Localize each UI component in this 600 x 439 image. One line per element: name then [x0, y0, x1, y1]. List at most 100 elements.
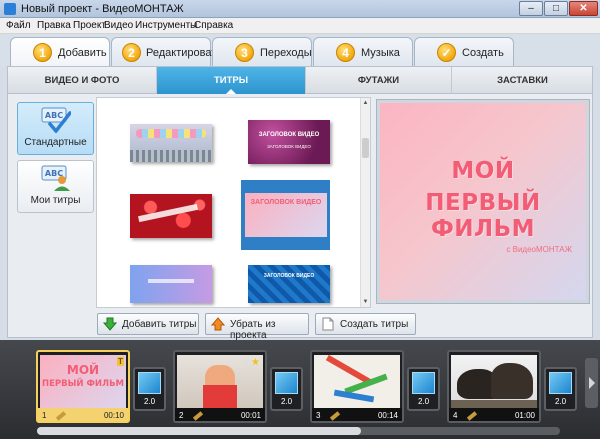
timeline-scrollbar[interactable] — [37, 427, 560, 435]
category-label: Мои титры — [30, 195, 81, 206]
transition-slot[interactable]: 2.0 — [133, 367, 166, 411]
menu-help[interactable]: Справка — [194, 20, 233, 31]
title-thumbnail-selected[interactable]: ЗАГОЛОВОК ВИДЕО — [245, 193, 327, 237]
tab-titles[interactable]: ТИТРЫ — [157, 67, 306, 95]
step-label: Добавить — [58, 47, 107, 59]
timeline-clip[interactable]: 4 01:00 — [447, 350, 541, 423]
clip-thumbnail — [314, 355, 400, 410]
clip-duration: 01:00 — [514, 411, 535, 420]
transition-duration: 2.0 — [143, 397, 156, 406]
title-bar: Новый проект - ВидеоМОНТАЖ – □ ✕ — [0, 0, 600, 18]
title-thumbnail[interactable]: ЗАГОЛОВОК ВИДЕО ЗАГОЛОВОК ВИДЕО — [248, 120, 330, 164]
title-thumbnail[interactable]: ЗАГОЛОВОК ВИДЕО — [248, 265, 330, 303]
clip-duration: 00:14 — [377, 411, 398, 420]
step-number-icon: 1 — [33, 43, 52, 62]
step-label: Переходы — [260, 47, 312, 59]
title-thumbnail[interactable] — [130, 265, 212, 303]
step-tab-add[interactable]: 1 Добавить — [10, 37, 110, 67]
thumbnail-caption: ЗАГОЛОВОК ВИДЕО — [250, 199, 322, 206]
transition-slot[interactable]: 2.0 — [544, 367, 577, 411]
add-titles-button[interactable]: Добавить титры — [97, 313, 199, 335]
title-thumbnail[interactable] — [130, 194, 212, 238]
tab-footage[interactable]: ФУТАЖИ — [306, 67, 452, 94]
timeline-next-arrow-icon[interactable] — [585, 358, 598, 408]
clip-title-line2: ПЕРВЫЙ ФИЛЬМ — [41, 379, 125, 389]
scroll-down-icon[interactable]: ▼ — [362, 298, 369, 306]
edit-pencil-icon[interactable] — [466, 411, 478, 421]
clip-info-bar: 4 01:00 — [449, 408, 539, 421]
clip-thumbnail — [451, 355, 537, 410]
remove-from-project-button[interactable]: Убрать из проекта — [205, 313, 309, 341]
clip-index: 3 — [316, 411, 321, 420]
minimize-button[interactable]: – — [519, 1, 543, 16]
step-number-icon: 3 — [235, 43, 254, 62]
crowd-decoration — [130, 150, 212, 162]
scrollbar-thumb[interactable] — [362, 138, 369, 158]
thumbnail-subcaption: ЗАГОЛОВОК ВИДЕО — [267, 144, 311, 149]
storyboard-timeline: МОЙ ПЕРВЫЙ ФИЛЬМ T 1 00:10 2.0 ★ ⚙ 2 00:… — [0, 340, 600, 439]
remove-label: Убрать из проекта — [230, 319, 276, 341]
step-tab-transitions[interactable]: 3 Переходы — [212, 37, 312, 66]
transition-slot[interactable]: 2.0 — [270, 367, 303, 411]
clip-index: 2 — [179, 411, 184, 420]
bubbles-decoration — [136, 129, 206, 138]
transition-icon — [549, 372, 572, 394]
category-label: Стандартные — [24, 137, 87, 148]
transition-icon — [138, 372, 161, 394]
menu-tools[interactable]: Инструменты — [135, 20, 197, 31]
preview-screen: МОЙ ПЕРВЫЙ ФИЛЬМ с ВидеоМОНТАЖ — [380, 103, 586, 300]
preview-title-line1: МОЙ — [451, 158, 515, 184]
edit-pencil-icon[interactable] — [192, 411, 204, 421]
scroll-up-icon[interactable]: ▲ — [362, 99, 369, 107]
timeline-clip[interactable]: МОЙ ПЕРВЫЙ ФИЛЬМ T 1 00:10 — [36, 350, 130, 423]
clip-title-line1: МОЙ — [66, 363, 100, 377]
check-icon: ✓ — [437, 43, 456, 62]
preview-panel: МОЙ ПЕРВЫЙ ФИЛЬМ с ВидеоМОНТАЖ — [376, 99, 590, 304]
step-tab-create[interactable]: ✓ Создать — [414, 37, 514, 66]
category-standard[interactable]: ABC Стандартные — [17, 102, 94, 155]
step-number-icon: 4 — [336, 43, 355, 62]
menu-edit[interactable]: Правка — [37, 20, 71, 31]
timeline-clip[interactable]: 3 00:14 — [310, 350, 404, 423]
clip-info-bar: 2 00:01 — [175, 408, 265, 421]
timeline-scroll-thumb[interactable] — [37, 427, 362, 435]
transition-duration: 2.0 — [417, 397, 430, 406]
title-thumbnail[interactable] — [130, 124, 212, 162]
transition-duration: 2.0 — [280, 397, 293, 406]
preview-title-line2: ПЕРВЫЙ ФИЛЬМ — [425, 190, 541, 242]
transition-slot[interactable]: 2.0 — [407, 367, 440, 411]
timeline-clip[interactable]: ★ ⚙ 2 00:01 — [173, 350, 267, 423]
step-tab-edit[interactable]: 2 Редактировать — [111, 37, 222, 66]
tab-video-photo[interactable]: ВИДЕО И ФОТО — [8, 67, 157, 94]
step-number-icon: 2 — [122, 43, 141, 62]
close-button[interactable]: ✕ — [569, 1, 598, 16]
red-shirt-decoration — [203, 385, 237, 410]
settings-gear-icon[interactable]: ⚙ — [242, 358, 249, 367]
menu-video[interactable]: Видео — [104, 20, 133, 31]
step-label: Редактировать — [146, 47, 222, 59]
edit-pencil-icon[interactable] — [55, 411, 67, 421]
gallery-scrollbar[interactable]: ▲ ▼ — [360, 98, 370, 307]
preview-subtitle: с ВидеоМОНТАЖ — [506, 245, 572, 254]
maximize-button[interactable]: □ — [544, 1, 568, 16]
menu-file[interactable]: Файл — [6, 20, 31, 31]
clip-info-bar: 3 00:14 — [312, 408, 402, 421]
create-titles-label: Создать титры — [340, 319, 409, 330]
abc-user-icon: ABC — [41, 165, 70, 191]
category-my-titles[interactable]: ABC Мои титры — [17, 160, 94, 213]
clip-thumbnail: МОЙ ПЕРВЫЙ ФИЛЬМ T — [40, 355, 126, 410]
edit-pencil-icon[interactable] — [329, 411, 341, 421]
clip-index: 4 — [453, 411, 458, 420]
svg-text:ABC: ABC — [45, 111, 63, 120]
menu-project[interactable]: Проект — [73, 20, 106, 31]
favorite-star-icon[interactable]: ★ — [251, 357, 260, 368]
window-title: Новый проект - ВидеоМОНТАЖ — [21, 3, 184, 15]
create-titles-button[interactable]: Создать титры — [315, 313, 416, 335]
transition-icon — [275, 372, 298, 394]
tab-intros[interactable]: ЗАСТАВКИ — [452, 67, 593, 94]
media-subtabs: ВИДЕО И ФОТО ТИТРЫ ФУТАЖИ ЗАСТАВКИ — [7, 66, 593, 95]
clip-duration: 00:10 — [103, 411, 124, 420]
step-tab-music[interactable]: 4 Музыка — [313, 37, 413, 66]
step-label: Создать — [462, 47, 504, 59]
clip-info-bar: 1 00:10 — [38, 408, 128, 421]
